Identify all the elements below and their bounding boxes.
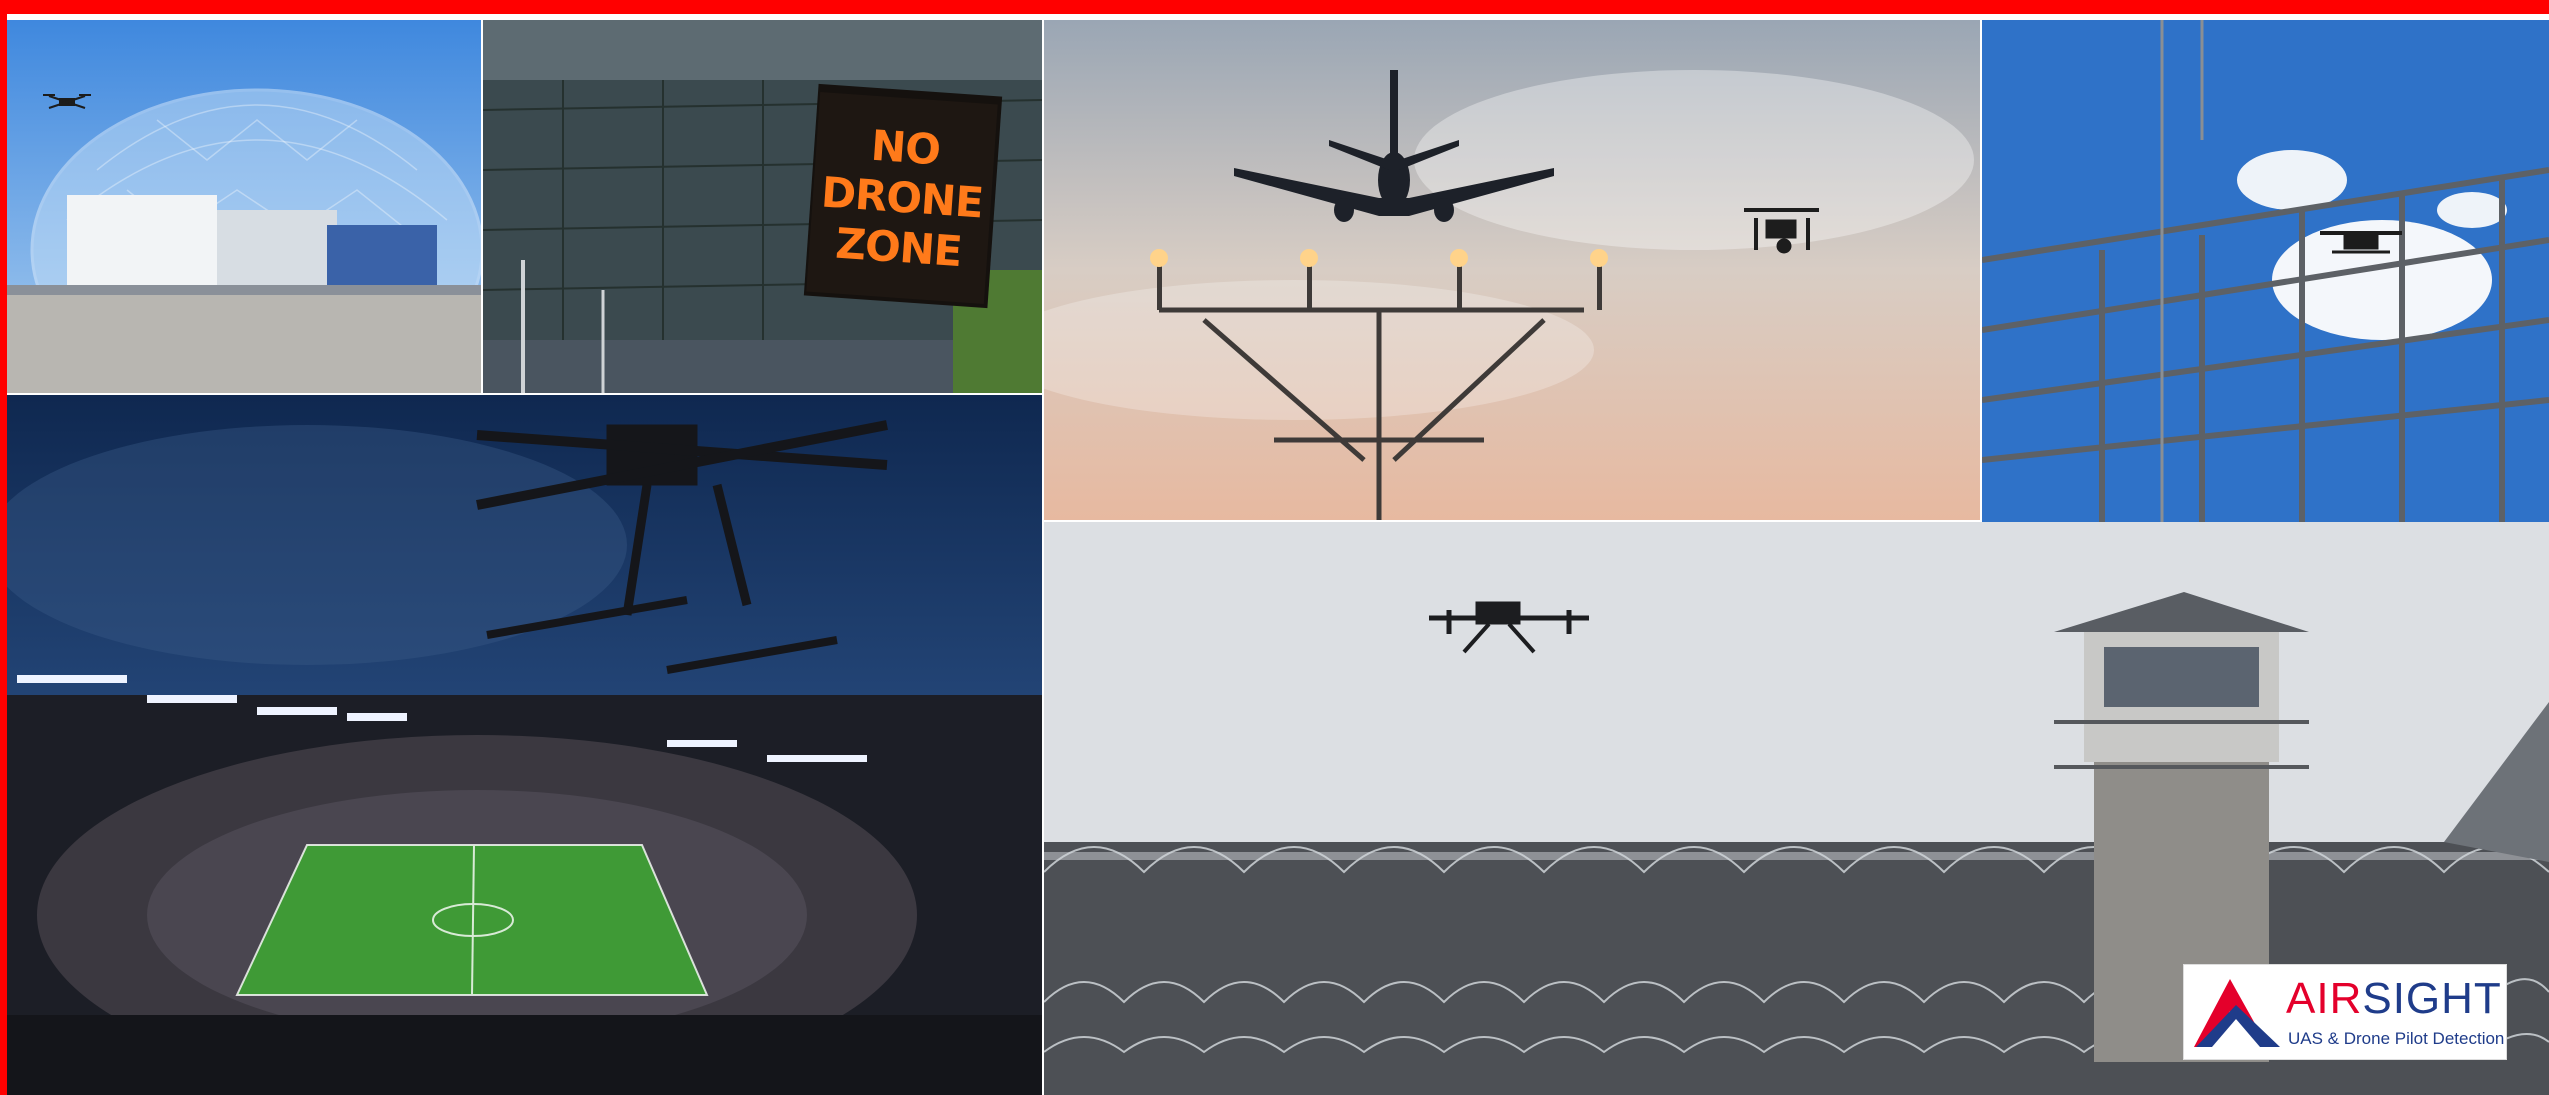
brand-name-part2: SIGHT — [2362, 974, 2502, 1023]
brand-name-part1: AIR — [2286, 974, 2363, 1023]
airsight-logo: AIRSIGHT UAS & Drone Pilot Detection — [2183, 964, 2507, 1060]
no-drone-zone-sign: NO DRONE ZONE — [806, 92, 998, 304]
scene-night-stadium — [7, 395, 1042, 1095]
top-red-border — [0, 0, 2549, 14]
scene-dome-facility — [7, 20, 481, 393]
sign-line-1: NO — [869, 120, 942, 175]
scene-power-substation — [1982, 20, 2549, 527]
left-red-border — [0, 0, 7, 1095]
scene-no-drone-zone: NO DRONE ZONE — [483, 20, 1042, 393]
sign-line-3: ZONE — [833, 218, 964, 277]
brand-name: AIRSIGHT — [2286, 975, 2502, 1023]
airsight-mountain-logo-icon — [2194, 979, 2280, 1047]
scene-airport-approach — [1044, 20, 1980, 520]
brand-tagline: UAS & Drone Pilot Detection — [2288, 1029, 2505, 1048]
